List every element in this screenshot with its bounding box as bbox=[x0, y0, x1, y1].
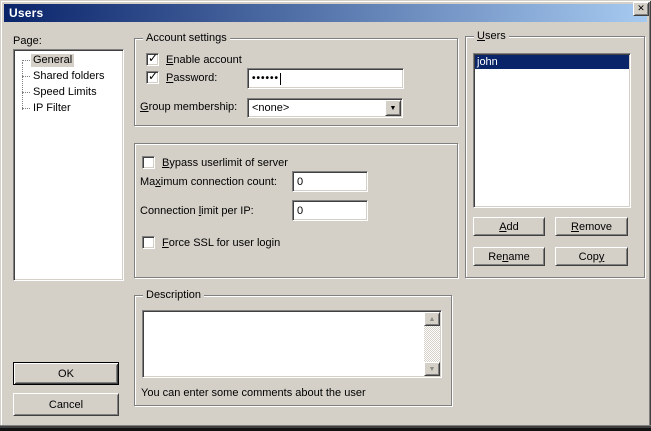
window-bottom-edge bbox=[0, 425, 651, 431]
password-label[interactable]: Password: bbox=[166, 72, 217, 84]
scrollbar-track[interactable] bbox=[424, 326, 440, 362]
rename-user-button[interactable]: Rename bbox=[473, 247, 545, 266]
scroll-down-button[interactable]: ▼ bbox=[424, 362, 440, 376]
max-connection-input[interactable]: 0 bbox=[292, 171, 368, 192]
chevron-up-icon: ▲ bbox=[429, 316, 436, 323]
checkmark-icon: ✓ bbox=[148, 70, 158, 83]
tree-item-ip-filter[interactable]: IP Filter bbox=[14, 100, 123, 116]
connection-per-ip-input[interactable]: 0 bbox=[292, 200, 368, 221]
dropdown-button[interactable]: ▼ bbox=[385, 100, 401, 116]
scroll-up-button[interactable]: ▲ bbox=[424, 312, 440, 326]
page-tree[interactable]: General Shared folders Speed Limits IP F… bbox=[13, 49, 124, 281]
connection-per-ip-label: Connection limit per IP: bbox=[140, 205, 254, 217]
account-settings-title: Account settings bbox=[143, 31, 230, 45]
title-bar[interactable]: Users bbox=[4, 4, 647, 22]
user-list-item[interactable]: john bbox=[475, 55, 629, 69]
password-input[interactable]: •••••• bbox=[247, 68, 404, 89]
force-ssl-label[interactable]: Force SSL for user login bbox=[162, 237, 280, 249]
group-membership-select[interactable]: <none> ▼ bbox=[247, 98, 403, 118]
users-group-title: Users bbox=[474, 29, 509, 43]
window-title: Users bbox=[4, 6, 43, 20]
copy-user-button[interactable]: Copy bbox=[555, 247, 628, 266]
close-icon: ✕ bbox=[637, 4, 645, 13]
page-label: Page: bbox=[13, 35, 42, 47]
users-listbox[interactable]: john bbox=[473, 53, 631, 208]
bypass-userlimit-checkbox[interactable] bbox=[142, 156, 155, 169]
description-textarea[interactable]: ▲ ▼ bbox=[142, 310, 442, 378]
description-scrollbar[interactable]: ▲ ▼ bbox=[424, 312, 440, 376]
ok-button[interactable]: OK bbox=[13, 362, 119, 385]
tree-item-shared-folders[interactable]: Shared folders bbox=[14, 68, 123, 84]
text-cursor bbox=[280, 73, 281, 85]
close-button[interactable]: ✕ bbox=[633, 2, 649, 16]
users-dialog: Users ✕ Page: General Shared folders Spe… bbox=[0, 0, 651, 431]
checkmark-icon: ✓ bbox=[148, 52, 158, 65]
enable-account-label[interactable]: Enable account bbox=[166, 54, 242, 66]
add-user-button[interactable]: Add bbox=[473, 217, 545, 236]
remove-user-button[interactable]: Remove bbox=[555, 217, 628, 236]
tree-item-general[interactable]: General bbox=[14, 52, 123, 68]
cancel-button[interactable]: Cancel bbox=[13, 393, 119, 416]
chevron-down-icon: ▼ bbox=[390, 105, 397, 112]
max-connection-label: Maximum connection count: bbox=[140, 176, 277, 188]
password-checkbox[interactable]: ✓ bbox=[146, 71, 159, 84]
group-membership-label: Group membership: bbox=[140, 101, 237, 113]
bypass-userlimit-label[interactable]: Bypass userlimit of server bbox=[162, 157, 288, 169]
description-title: Description bbox=[143, 288, 204, 302]
description-hint: You can enter some comments about the us… bbox=[141, 387, 366, 399]
chevron-down-icon: ▼ bbox=[429, 366, 436, 373]
tree-item-speed-limits[interactable]: Speed Limits bbox=[14, 84, 123, 100]
enable-account-checkbox[interactable]: ✓ bbox=[146, 53, 159, 66]
force-ssl-checkbox[interactable] bbox=[142, 236, 155, 249]
group-membership-value: <none> bbox=[252, 102, 289, 114]
